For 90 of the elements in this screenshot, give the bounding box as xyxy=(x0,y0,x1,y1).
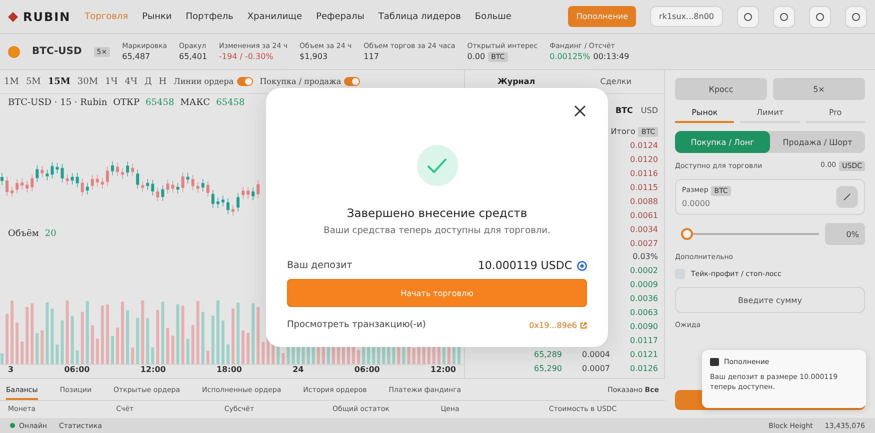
total-cell: 0.0034 xyxy=(630,224,658,234)
timeframe-tab[interactable]: 1М xyxy=(4,76,19,86)
time-label: 3 xyxy=(8,365,14,376)
timeframe-tab[interactable]: Н xyxy=(158,76,167,86)
stat-value: 0.00125% xyxy=(550,52,590,61)
book-tab[interactable]: Журнал xyxy=(498,77,536,86)
total-cell: 0.0124 xyxy=(630,141,658,150)
margin-button[interactable]: Кросс xyxy=(675,78,767,100)
toggle-switch[interactable] xyxy=(236,77,253,86)
toggle-label: Линии ордера xyxy=(174,77,234,86)
online-dot xyxy=(10,423,15,428)
legend-label: МАКС xyxy=(180,98,210,108)
total-cell: 0.0061 xyxy=(630,210,658,220)
nav-link[interactable]: Таблица лидеров xyxy=(378,12,461,22)
nav-link[interactable]: Больше xyxy=(474,12,512,22)
legend-label: ОТКР xyxy=(113,98,140,108)
order-type-tab[interactable]: Pro xyxy=(806,108,865,123)
stat-value: 65,487 xyxy=(122,52,150,61)
external-link-icon xyxy=(580,322,587,328)
stat-value: -194 / -0.30% xyxy=(219,52,274,61)
dialog-subtitle: Ваши средства теперь доступны для торговли. xyxy=(324,226,550,236)
time-label: 06:00 xyxy=(354,365,380,376)
order-type-tab[interactable]: Рынок xyxy=(675,108,734,123)
time-label: 12:00 xyxy=(430,365,456,376)
deposit-label: Ваш депозит xyxy=(287,260,352,271)
legend-value: 65458 xyxy=(146,98,174,108)
margin-button[interactable]: 5× xyxy=(773,78,865,100)
total-cell: 0.0009 xyxy=(630,280,658,290)
stat-value: 00:13:49 xyxy=(593,52,630,61)
nav-link[interactable]: Рефералы xyxy=(316,12,364,22)
stat-value: 117 xyxy=(364,52,379,61)
nav-link[interactable]: Хранилище xyxy=(247,12,302,22)
toggle-switch[interactable] xyxy=(344,77,360,86)
total-cell: 0.0027 xyxy=(630,238,658,248)
side-button[interactable]: Покупка / Лонг xyxy=(675,131,770,153)
timeframe-tab[interactable]: 4Ч xyxy=(124,76,138,86)
timeframe-tab[interactable]: 30М xyxy=(77,76,98,86)
percent-field[interactable]: 0% xyxy=(825,223,865,245)
time-label: 24 xyxy=(292,365,304,376)
unit-tab[interactable]: USD xyxy=(640,106,658,115)
nav-link[interactable]: Рынки xyxy=(142,12,172,22)
total-cell: 0.0121 xyxy=(630,350,658,359)
size-cell: 0.0004 xyxy=(582,350,610,359)
deposit-amount: 10.000119 USDC xyxy=(478,259,572,272)
price-cell: 65,289 xyxy=(534,350,562,359)
total-cell: 0.0090 xyxy=(630,322,658,331)
timeframe-tab[interactable]: 1Ч xyxy=(105,76,118,86)
dialog-title: Завершено внесение средств xyxy=(346,206,528,220)
stat-value: 0.00 xyxy=(467,52,486,62)
transaction-label: Просмотреть транзакцию(-и) xyxy=(287,320,426,330)
column-header: Итого xyxy=(610,127,636,136)
legend-value: 65458 xyxy=(216,98,245,108)
stat-value: 65,401 xyxy=(179,52,208,61)
close-icon[interactable] xyxy=(573,104,587,118)
toggle-label: Покупка / продажа xyxy=(260,77,342,86)
book-tab[interactable]: Сделки xyxy=(600,77,632,86)
total-cell: 0.0120 xyxy=(630,155,658,164)
price-cell: 65,290 xyxy=(534,364,562,373)
total-cell: 0.0063 xyxy=(630,308,658,318)
total-cell: 0.0126 xyxy=(630,364,658,373)
total-cell: 0.0036 xyxy=(630,294,658,304)
total-cell: 0.0116 xyxy=(630,169,658,178)
logo[interactable]: RUBIN xyxy=(8,10,71,24)
spread-value: 0.03% xyxy=(632,252,658,262)
time-label: 06:00 xyxy=(64,365,90,376)
nav-link[interactable]: Портфель xyxy=(186,12,234,22)
chart-title: BTC-USD · 15 · Rubin xyxy=(8,98,108,108)
field-placeholder: 0.0000 xyxy=(682,199,711,208)
coin-icon xyxy=(577,260,587,270)
unit-tab[interactable]: BTC xyxy=(615,106,633,115)
market-name[interactable]: BTC-USD xyxy=(32,46,82,57)
total-cell: 0.0117 xyxy=(630,336,658,345)
total-cell: 0.0002 xyxy=(630,266,658,276)
timeframe-tab[interactable]: 5М xyxy=(26,76,41,86)
order-type-tab[interactable]: Лимит xyxy=(740,108,800,123)
size-cell: 0.0007 xyxy=(582,364,610,373)
total-cell: 0.0088 xyxy=(630,196,658,206)
volume-value: 20 xyxy=(44,229,56,240)
timeframe-tab[interactable]: Д xyxy=(144,76,152,86)
side-button[interactable]: Продажа / Шорт xyxy=(770,131,865,153)
total-cell: 0.0115 xyxy=(630,183,658,192)
volume-label: Объём xyxy=(8,229,39,240)
timeframe-tab[interactable]: 15М xyxy=(48,76,70,86)
stat-value: $1,903 xyxy=(300,52,328,61)
wallet-button[interactable]: rk1sux...8n00 xyxy=(650,6,723,27)
amount-field[interactable]: Введите сумму xyxy=(675,287,865,313)
bitcoin-icon xyxy=(8,46,20,58)
success-icon xyxy=(416,145,458,186)
time-label: 18:00 xyxy=(216,365,242,376)
time-label: 12:00 xyxy=(140,365,166,376)
